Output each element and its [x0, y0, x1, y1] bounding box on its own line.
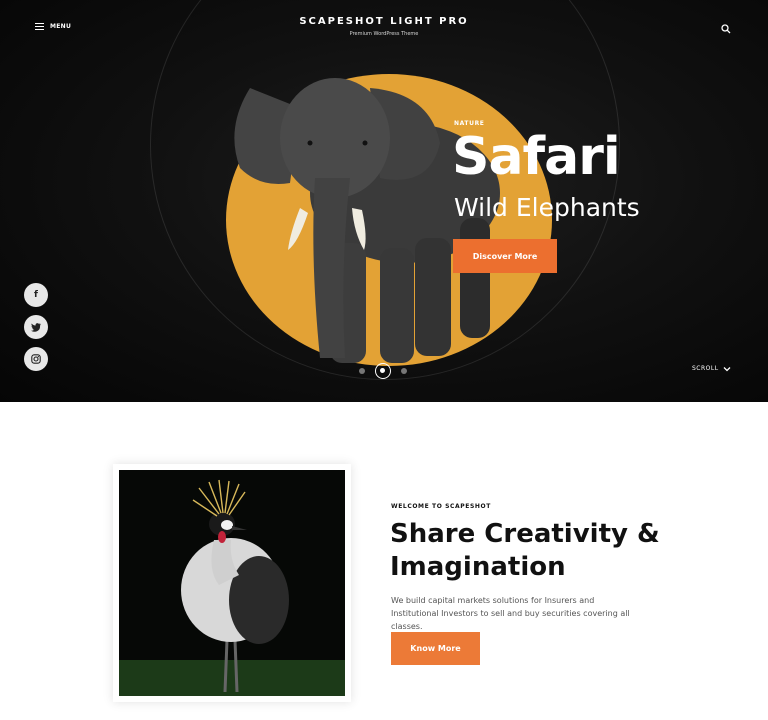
twitter-icon[interactable]: [24, 315, 48, 339]
section-headline: Share Creativity & Imagination: [390, 519, 660, 582]
search-icon[interactable]: [721, 24, 731, 34]
slide-kicker: NATURE: [454, 120, 485, 127]
slide-title: Safari: [452, 127, 621, 187]
scroll-label: SCROLL: [692, 365, 719, 372]
crowned-crane-image: [119, 470, 345, 696]
scroll-button[interactable]: SCROLL: [692, 365, 731, 372]
slider-dot-1[interactable]: [359, 368, 365, 374]
chevron-down-icon: [723, 366, 731, 371]
discover-more-button[interactable]: Discover More: [453, 239, 557, 273]
menu-button[interactable]: MENU: [35, 23, 71, 30]
section-description: We build capital markets solutions for I…: [391, 596, 630, 631]
elephant-image: [234, 78, 500, 363]
slide-subtitle: Wild Elephants: [454, 193, 640, 222]
instagram-glyph-icon: [31, 354, 41, 364]
site-tagline: Premium WordPress Theme: [349, 31, 419, 37]
slider-dot-2-active[interactable]: [375, 363, 391, 379]
section-kicker: WELCOME TO SCAPESHOT: [391, 503, 491, 510]
slider-dot-3[interactable]: [401, 368, 407, 374]
site-title[interactable]: SCAPESHOT LIGHT PRO: [234, 16, 534, 27]
twitter-bird-icon: [31, 322, 41, 332]
know-more-button[interactable]: Know More: [391, 632, 480, 665]
hamburger-icon: [35, 23, 44, 30]
menu-label: MENU: [50, 23, 72, 30]
instagram-icon[interactable]: [24, 347, 48, 371]
hero-slider: MENU SCAPESHOT LIGHT PRO Premium WordPre…: [0, 0, 768, 402]
crane-photo-frame: [113, 464, 351, 702]
facebook-icon[interactable]: f: [24, 283, 48, 307]
